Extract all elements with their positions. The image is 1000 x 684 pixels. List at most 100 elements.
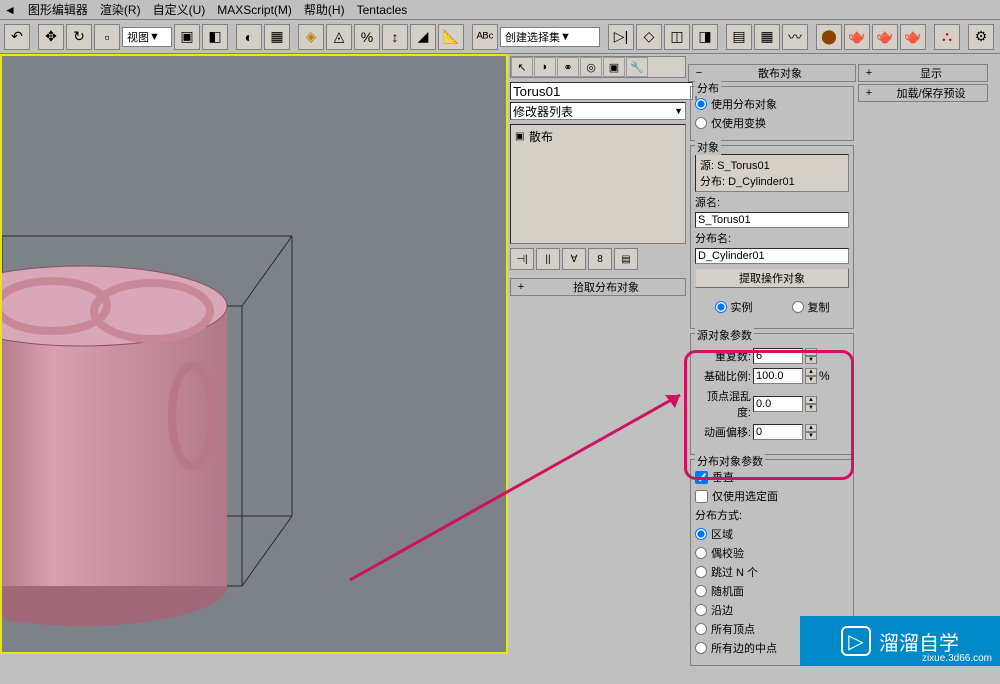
menu-item-help[interactable]: 帮助(H) [304, 1, 345, 18]
distribution-group: 分布 使用分布对象 仅使用变换 [690, 86, 854, 141]
tool-protractor[interactable]: 📐 [438, 24, 464, 50]
undo-button[interactable]: ↶ [4, 24, 30, 50]
pin-stack-button[interactable]: ⊣| [510, 248, 534, 270]
extract-operand-button[interactable]: 提取操作对象 [695, 268, 849, 288]
tool-percentsnap[interactable]: % [354, 24, 380, 50]
menu-item-maxscript[interactable]: MAXScript(M) [217, 3, 292, 17]
snap-toggle[interactable]: ◧ [202, 24, 228, 50]
perpendicular-checkbox[interactable] [695, 471, 708, 484]
object-info-box: 源: S_Torus01 分布: D_Cylinder01 [695, 154, 849, 192]
utility-tab-icon[interactable]: 🔧 [626, 57, 648, 77]
instance-radio[interactable] [715, 301, 727, 313]
tool-snap3d[interactable]: ◈ [298, 24, 324, 50]
rollup-pick-distribute[interactable]: + 拾取分布对象 [510, 278, 686, 296]
tool-extra1[interactable]: ⛬ [934, 24, 960, 50]
quick-align-button[interactable]: ◨ [692, 24, 718, 50]
skip-n-radio[interactable] [695, 566, 707, 578]
menu-item-tentacles[interactable]: Tentacles [357, 3, 408, 17]
offset-up-spinner[interactable]: ▲ [805, 424, 817, 432]
modify-tab-icon[interactable]: ◗ [534, 57, 556, 77]
base-scale-input[interactable] [753, 368, 803, 384]
3d-viewport[interactable] [0, 54, 508, 654]
modifier-label: 散布 [529, 128, 553, 145]
make-unique-button[interactable]: ∀ [562, 248, 586, 270]
array-button[interactable]: ◇ [636, 24, 662, 50]
menu-bar: ◄ 图形编辑器 渲染(R) 自定义(U) MAXScript(M) 帮助(H) … [0, 0, 1000, 20]
scale-down-spinner[interactable]: ▼ [805, 376, 817, 384]
use-transform-only-radio[interactable] [695, 117, 707, 129]
mat-editor-button[interactable]: ⬤ [816, 24, 842, 50]
main-toolbar: ↶ ✥ ↻ ▫ 视图 ▼ ▣ ◧ ◐ ▦ ◈ ◬ % ↕ ◢ 📐 ᴬᴮᶜ 创建选… [0, 20, 1000, 54]
source-params-group: 源对象参数 重复数: ▲▼ 基础比例: ▲▼ % 顶点混乱度: ▲▼ [690, 333, 854, 455]
chaos-down-spinner[interactable]: ▼ [805, 404, 817, 412]
offset-down-spinner[interactable]: ▼ [805, 432, 817, 440]
display-tab-icon[interactable]: ▣ [603, 57, 625, 77]
tool-anglesnap[interactable]: ◬ [326, 24, 352, 50]
layers-button[interactable]: ▤ [726, 24, 752, 50]
modifier-stack-item[interactable]: ▣ 散布 [513, 127, 683, 146]
modifier-stack[interactable]: ▣ 散布 [510, 124, 686, 244]
use-selected-faces-checkbox[interactable] [695, 490, 708, 503]
use-dist-object-radio[interactable] [695, 98, 707, 110]
scale-tool[interactable]: ▫ [94, 24, 120, 50]
object-group: 对象 源: S_Torus01 分布: D_Cylinder01 源名: 分布名… [690, 145, 854, 329]
watermark-badge: ▷ 溜溜自学 zixue.3d66.com [800, 616, 1000, 666]
hierarchy-tab-icon[interactable]: ⚭ [557, 57, 579, 77]
mirror-tool[interactable]: ◐ [236, 24, 262, 50]
tool-named-sel[interactable]: ᴬᴮᶜ [472, 24, 498, 50]
align-tool[interactable]: ▦ [264, 24, 290, 50]
area-radio[interactable] [695, 528, 707, 540]
tool-extra2[interactable]: ⚙ [968, 24, 994, 50]
random-face-radio[interactable] [695, 585, 707, 597]
rendered-frame-button[interactable]: 🫖 [900, 24, 926, 50]
vertex-chaos-input[interactable] [753, 396, 803, 412]
all-vertex-radio[interactable] [695, 623, 707, 635]
move-tool[interactable]: ✥ [38, 24, 64, 50]
menu-item-render[interactable]: 渲染(R) [100, 1, 141, 18]
configure-sets-button[interactable]: ▤ [614, 248, 638, 270]
scatter-params-panel: − 散布对象 分布 使用分布对象 仅使用变换 对象 源: S_Torus0 [688, 56, 856, 682]
scale-up-spinner[interactable]: ▲ [805, 368, 817, 376]
menu-prev[interactable]: ◄ [4, 3, 16, 17]
select-tab-icon[interactable]: ↖ [511, 57, 533, 77]
repeat-down-spinner[interactable]: ▼ [805, 356, 817, 364]
remove-modifier-button[interactable]: 8 [588, 248, 612, 270]
render-button[interactable]: 🫖 [844, 24, 870, 50]
menu-item-gfx-editor[interactable]: 图形编辑器 [28, 1, 88, 18]
expand-icon[interactable]: ▣ [515, 131, 525, 142]
menu-item-custom[interactable]: 自定义(U) [153, 1, 206, 18]
align-button[interactable]: ◫ [664, 24, 690, 50]
plus-icon: + [863, 87, 875, 99]
tool-ruler[interactable]: ◢ [410, 24, 436, 50]
along-edge-radio[interactable] [695, 604, 707, 616]
dist-name-input[interactable] [695, 248, 849, 264]
selection-set-combo[interactable]: 创建选择集 ▼ [500, 27, 600, 47]
command-panel-modify: ↖ ◗ ⚭ ◎ ▣ 🔧 修改器列表 ▣ 散布 ⊣| || ∀ [510, 56, 686, 682]
rollup-display[interactable]: + 显示 [858, 64, 988, 82]
all-edge-center-radio[interactable] [695, 642, 707, 654]
modifier-list-dropdown[interactable]: 修改器列表 [510, 102, 686, 120]
play-icon: ▷ [841, 626, 871, 656]
select-tool[interactable]: ▣ [174, 24, 200, 50]
source-name-input[interactable] [695, 212, 849, 228]
copy-radio[interactable] [792, 301, 804, 313]
curve-editor-button[interactable]: 〰 [782, 24, 808, 50]
plus-icon: + [863, 67, 875, 79]
repeat-count-input[interactable] [753, 348, 803, 364]
motion-tab-icon[interactable]: ◎ [580, 57, 602, 77]
schematic-button[interactable]: ▦ [754, 24, 780, 50]
chaos-up-spinner[interactable]: ▲ [805, 396, 817, 404]
repeat-up-spinner[interactable]: ▲ [805, 348, 817, 356]
render-setup-button[interactable]: 🫖 [872, 24, 898, 50]
anim-offset-input[interactable] [753, 424, 803, 440]
rollup-load-save[interactable]: + 加载/保存预设 [858, 84, 988, 102]
viewport-geometry [0, 226, 352, 654]
even-radio[interactable] [695, 547, 707, 559]
rotate-tool[interactable]: ↻ [66, 24, 92, 50]
show-result-button[interactable]: || [536, 248, 560, 270]
view-dropdown[interactable]: 视图 ▼ [122, 27, 172, 47]
minus-icon: − [693, 67, 705, 79]
tool-spinner[interactable]: ↕ [382, 24, 408, 50]
object-name-input[interactable] [510, 82, 693, 100]
mirror-button[interactable]: ▷| [608, 24, 634, 50]
